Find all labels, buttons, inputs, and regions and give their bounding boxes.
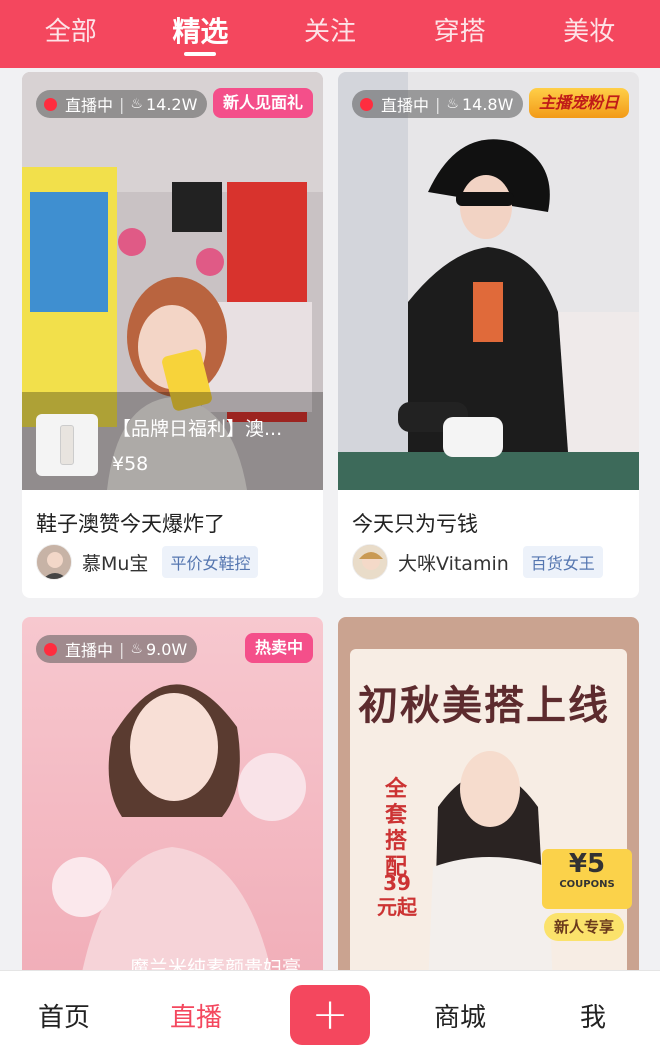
card-title: 鞋子澳赞今天爆炸了	[36, 512, 225, 536]
live-dot-icon	[44, 97, 57, 111]
flame-icon: ♨	[446, 96, 459, 112]
product-name: 【品牌日福利】澳...	[112, 418, 283, 440]
bottom-nav: 首页 直播 + 商城 我	[0, 970, 660, 1056]
tab-outfits[interactable]: 穿搭	[410, 0, 510, 68]
top-tab-bar: 全部 精选 关注 穿搭 美妆	[0, 0, 660, 68]
viewer-count: 9.0W	[145, 639, 188, 659]
promo-card[interactable]: 初秋美搭上线 全套搭配 39元起 ¥5 COUPONS 新人专享	[338, 617, 639, 1017]
live-card-2[interactable]: 直播中 | ♨ 14.8W 主播宠粉日 今天只为亏钱 大咪Vitamin 百货女…	[338, 72, 639, 598]
pill-separator: |	[435, 94, 441, 114]
tab-featured-label: 精选	[172, 15, 229, 48]
card-title: 今天只为亏钱	[352, 512, 478, 536]
author-tag: 百货女王	[522, 546, 603, 578]
product-thumbnail	[36, 414, 98, 476]
tab-beauty[interactable]: 美妆	[539, 0, 639, 68]
avatar	[36, 544, 72, 580]
author-name: 大咪Vitamin	[398, 552, 509, 575]
live-cover-image: 直播中 | ♨ 14.2W 新人见面礼 【品牌日福利】澳... ¥58	[22, 72, 323, 490]
active-tab-indicator	[184, 52, 217, 56]
nav-home[interactable]: 首页	[38, 997, 90, 1034]
nav-mall[interactable]: 商城	[434, 997, 486, 1034]
tab-following[interactable]: 关注	[280, 0, 380, 68]
tab-beauty-label: 美妆	[563, 17, 616, 47]
tab-outfits-label: 穿搭	[433, 17, 486, 47]
live-dot-icon	[44, 642, 57, 656]
poster-image: 初秋美搭上线 全套搭配 39元起 ¥5 COUPONS 新人专享	[338, 617, 639, 1017]
live-cover-image: 直播中 | ♨ 9.0W 热卖中 魔兰米纯素颜贵妇膏	[22, 617, 323, 1017]
coupon-label: COUPONS	[559, 879, 615, 890]
avatar-image	[37, 545, 71, 579]
poster-headline: 初秋美搭上线	[358, 682, 610, 729]
tab-all-label: 全部	[44, 17, 97, 47]
promo-badge: 热卖中	[244, 633, 313, 663]
live-status-pill: 直播中 | ♨ 14.8W	[352, 90, 524, 118]
nav-me[interactable]: 我	[580, 997, 606, 1034]
poster-price: 39元起	[377, 871, 417, 919]
tab-featured[interactable]: 精选	[150, 0, 250, 68]
promo-badge: 新人见面礼	[212, 88, 313, 118]
live-status-pill: 直播中 | ♨ 9.0W	[36, 635, 198, 663]
promo-badge: 主播宠粉日	[528, 88, 629, 118]
live-status-pill: 直播中 | ♨ 14.2W	[36, 90, 208, 118]
live-status-label: 直播中	[65, 641, 114, 660]
tab-all[interactable]: 全部	[21, 0, 121, 68]
flame-icon: ♨	[130, 641, 143, 657]
product-price: ¥58	[112, 453, 149, 475]
nav-live[interactable]: 直播	[170, 997, 222, 1034]
live-card-1[interactable]: 直播中 | ♨ 14.2W 新人见面礼 【品牌日福利】澳... ¥58 鞋子澳赞…	[22, 72, 323, 598]
flame-icon: ♨	[130, 96, 143, 112]
live-card-3[interactable]: 直播中 | ♨ 9.0W 热卖中 魔兰米纯素颜贵妇膏	[22, 617, 323, 1017]
tab-following-label: 关注	[303, 17, 356, 47]
new-user-badge[interactable]: 新人专享	[544, 913, 625, 941]
viewer-count: 14.2W	[145, 94, 198, 114]
live-status-label: 直播中	[381, 96, 430, 115]
create-button[interactable]: +	[290, 985, 370, 1045]
avatar	[352, 544, 388, 580]
live-status-label: 直播中	[65, 96, 114, 115]
coupon-value: ¥5	[568, 849, 606, 879]
avatar-image	[353, 545, 387, 579]
pill-separator: |	[119, 639, 125, 659]
author-row[interactable]: 慕Mu宝 平价女鞋控	[36, 544, 259, 580]
featured-product[interactable]: 【品牌日福利】澳... ¥58	[36, 414, 282, 476]
viewer-count: 14.8W	[461, 94, 514, 114]
live-cover-image: 直播中 | ♨ 14.8W 主播宠粉日	[338, 72, 639, 490]
plus-icon: +	[311, 989, 349, 1040]
live-dot-icon	[360, 97, 373, 111]
author-tag: 平价女鞋控	[162, 546, 259, 578]
tube-product-icon	[60, 425, 74, 465]
poster-subtitle: 全套搭配	[384, 777, 407, 880]
author-name: 慕Mu宝	[82, 552, 149, 575]
coupon-badge: ¥5 COUPONS	[542, 849, 632, 909]
fashion-photo	[338, 72, 639, 490]
author-row[interactable]: 大咪Vitamin 百货女王	[352, 544, 603, 580]
pill-separator: |	[119, 94, 125, 114]
product-text: 【品牌日福利】澳... ¥58	[112, 414, 282, 475]
